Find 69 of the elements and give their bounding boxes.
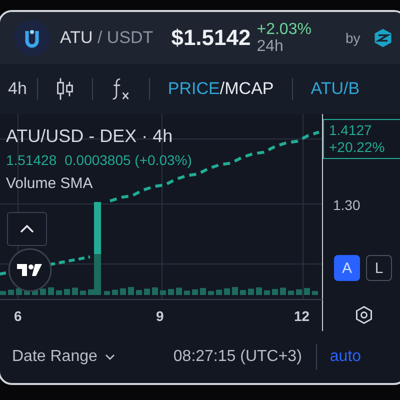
mode-separator: / <box>220 79 225 99</box>
volume-bar <box>120 288 126 295</box>
volume-bar <box>0 291 6 295</box>
auto-scale-button[interactable]: auto <box>330 348 362 366</box>
token-logo-icon <box>14 20 50 56</box>
price-axis-label: 1.30 <box>333 197 362 213</box>
time-axis-label: 12 <box>294 308 310 324</box>
volume-bar <box>80 290 86 295</box>
period-label: 24h <box>256 38 284 55</box>
chart-title: ATU/USD - DEX · 4h <box>6 126 174 147</box>
collapse-button[interactable] <box>7 212 47 246</box>
last-value: 1.51428 <box>6 152 57 168</box>
volume-bar <box>232 287 238 295</box>
volume-bar <box>272 289 278 295</box>
volume-bar <box>160 290 166 295</box>
chevron-up-icon <box>20 225 34 233</box>
volume-bar <box>312 291 318 295</box>
clock-time: 08:27:15 (UTC+3) <box>173 348 302 366</box>
pair-tab[interactable]: ATU/B <box>292 79 360 99</box>
by-label: by <box>345 30 360 46</box>
volume-bar <box>304 288 310 295</box>
volume-bar <box>168 289 174 295</box>
volume-bar <box>216 290 222 295</box>
volume-bar <box>72 288 78 295</box>
volume-bar <box>8 290 14 295</box>
volume-bar <box>48 287 54 295</box>
price-change: +2.03% <box>256 21 312 38</box>
scale-mode-button[interactable]: L <box>366 255 392 281</box>
function-icon[interactable] <box>110 77 131 101</box>
volume-bar <box>192 289 198 295</box>
volume-bar <box>248 288 254 295</box>
volume-bar <box>208 291 214 295</box>
price-value: $1.5142 <box>171 25 251 51</box>
indicator-label: Volume SMA <box>6 175 94 192</box>
pair-name: ATU / USDT <box>60 28 154 48</box>
volume-bar <box>296 289 302 295</box>
volume-bar <box>280 288 286 295</box>
volume-bar <box>224 288 230 295</box>
last-change: +20.22% <box>329 139 386 156</box>
settings-icon[interactable] <box>354 305 374 325</box>
interval-button[interactable]: 4h <box>0 79 37 99</box>
chevron-down-icon <box>105 354 116 360</box>
provider-logo-icon <box>372 27 394 49</box>
volume-bar <box>288 290 294 295</box>
volume-bar <box>40 288 46 295</box>
volume-bar <box>64 289 70 295</box>
volume-bar <box>200 288 206 295</box>
volume-bar <box>264 290 270 295</box>
candlestick-icon[interactable] <box>56 77 74 101</box>
mode-tab[interactable]: MCAP <box>224 79 274 99</box>
last-price: 1.4127 <box>329 122 373 139</box>
volume-bar <box>128 287 134 295</box>
volume-bar <box>136 290 142 295</box>
volume-bar <box>104 291 110 295</box>
time-axis-label: 9 <box>156 308 164 324</box>
volume-bar <box>152 287 158 295</box>
scale-mode-button[interactable]: A <box>334 255 360 281</box>
volume-bar <box>112 290 118 295</box>
chart-logo-icon[interactable] <box>8 248 52 292</box>
mode-tab[interactable]: PRICE <box>168 79 220 99</box>
volume-bar <box>56 290 62 295</box>
date-range-dropdown[interactable]: Date Range <box>12 348 116 366</box>
volume-bar <box>144 288 150 295</box>
volume-bar <box>176 288 182 295</box>
time-axis-label: 6 <box>14 308 22 324</box>
volume-bar <box>256 287 262 295</box>
volume-bar <box>184 290 190 295</box>
volume-bar <box>240 290 246 295</box>
change-value: 0.0003805 (+0.03%) <box>64 152 192 168</box>
